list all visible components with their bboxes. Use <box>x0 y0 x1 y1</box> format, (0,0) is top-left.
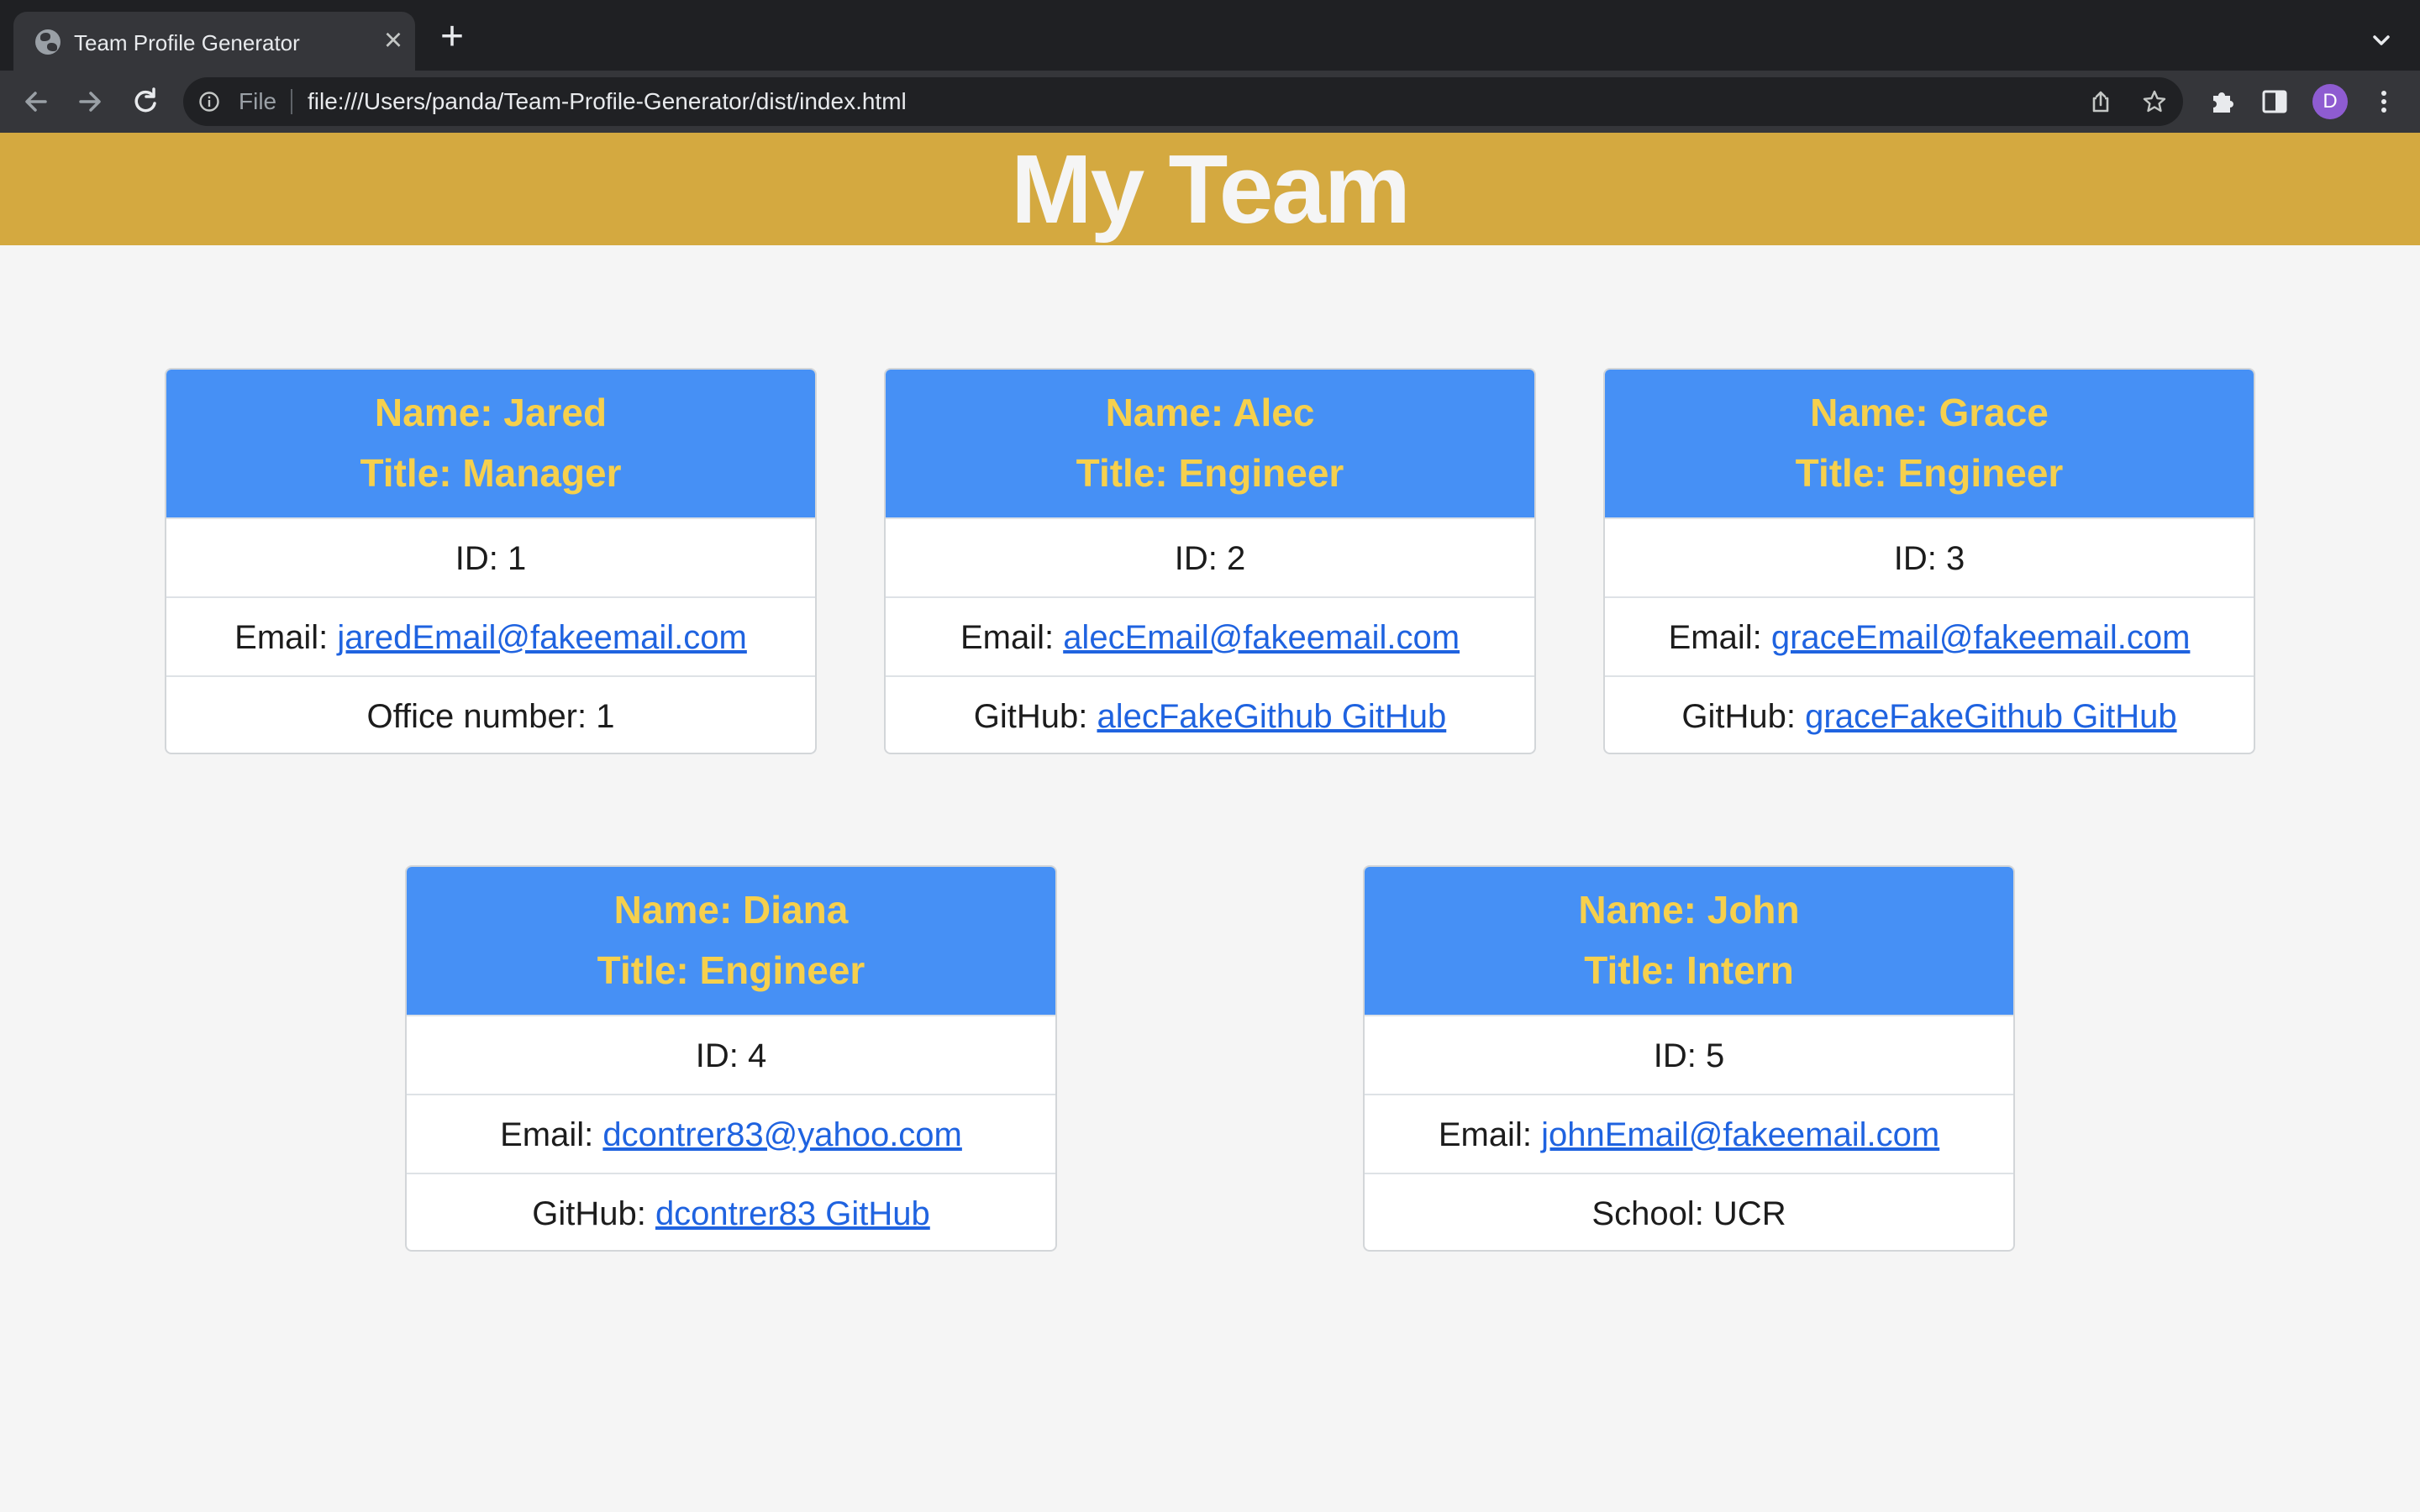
employee-id: ID: 2 <box>1174 540 1246 577</box>
email-row: Email: alecEmail@fakeemail.com <box>886 596 1534 675</box>
tab-title: Team Profile Generator <box>74 30 300 55</box>
card-header: Name: Alec Title: Engineer <box>886 370 1534 517</box>
browser-tab-strip: Team Profile Generator × + <box>0 0 2420 71</box>
employee-name: Name: Diana <box>613 888 849 932</box>
employee-card: Name: Grace Title: Engineer ID: 3 Email:… <box>1603 368 2255 754</box>
side-panel-icon[interactable] <box>2259 86 2291 118</box>
email-link[interactable]: alecEmail@fakeemail.com <box>1063 619 1460 656</box>
employee-id: ID: 3 <box>1893 540 1965 577</box>
email-link[interactable]: graceEmail@fakeemail.com <box>1771 619 2191 656</box>
office-number-row: Office number: 1 <box>166 675 815 753</box>
employee-id: ID: 1 <box>455 540 527 577</box>
github-row: GitHub: alecFakeGithub GitHub <box>886 675 1534 753</box>
card-header: Name: Diana Title: Engineer <box>407 867 1055 1015</box>
header-banner: My Team <box>0 133 2420 245</box>
email-link[interactable]: jaredEmail@fakeemail.com <box>337 619 746 656</box>
email-label: Email: <box>960 619 1064 656</box>
github-label: GitHub: <box>532 1195 655 1232</box>
scheme-label: File <box>239 88 277 114</box>
email-link[interactable]: johnEmail@fakeemail.com <box>1541 1116 1939 1153</box>
back-arrow-icon[interactable] <box>15 81 57 123</box>
browser-toolbar: File file:///Users/panda/Team-Profile-Ge… <box>0 71 2420 133</box>
email-row: Email: dcontrer83@yahoo.com <box>407 1094 1055 1173</box>
close-tab-icon[interactable]: × <box>376 24 410 57</box>
card-header: Name: Jared Title: Manager <box>166 370 815 517</box>
page-content: My Team Name: Jared Title: Manager ID: 1… <box>0 133 2420 1512</box>
employee-title: Title: Engineer <box>1795 451 2064 495</box>
school: School: UCR <box>1591 1195 1786 1232</box>
url-text[interactable]: file:///Users/panda/Team-Profile-Generat… <box>308 88 907 115</box>
employee-card: Name: Alec Title: Engineer ID: 2 Email: … <box>884 368 1536 754</box>
office-number: Office number: 1 <box>366 698 615 735</box>
email-label: Email: <box>1668 619 1771 656</box>
employee-card: Name: Diana Title: Engineer ID: 4 Email:… <box>405 865 1057 1252</box>
card-header: Name: Grace Title: Engineer <box>1605 370 2254 517</box>
profile-avatar[interactable]: D <box>2312 84 2348 119</box>
address-bar[interactable]: File file:///Users/panda/Team-Profile-Ge… <box>183 77 2183 126</box>
github-label: GitHub: <box>1681 698 1806 735</box>
email-label: Email: <box>500 1116 603 1153</box>
id-row: ID: 1 <box>166 517 815 596</box>
employee-card: Name: John Title: Intern ID: 5 Email: jo… <box>1363 865 2015 1252</box>
employee-name: Name: Jared <box>374 391 608 434</box>
github-row: GitHub: dcontrer83 GitHub <box>407 1173 1055 1250</box>
employee-title: Title: Engineer <box>1076 451 1344 495</box>
github-row: GitHub: graceFakeGithub GitHub <box>1605 675 2254 753</box>
email-row: Email: jaredEmail@fakeemail.com <box>166 596 815 675</box>
browser-tab[interactable]: Team Profile Generator × <box>13 12 415 71</box>
globe-icon <box>35 29 60 55</box>
new-tab-button[interactable]: + <box>434 17 471 57</box>
kebab-menu-icon[interactable] <box>2368 86 2400 118</box>
id-row: ID: 2 <box>886 517 1534 596</box>
reload-icon[interactable] <box>124 81 166 123</box>
school-row: School: UCR <box>1365 1173 2013 1250</box>
id-row: ID: 3 <box>1605 517 2254 596</box>
email-label: Email: <box>234 619 338 656</box>
employee-name: Name: John <box>1578 888 1800 932</box>
star-icon[interactable] <box>2141 88 2168 115</box>
card-header: Name: John Title: Intern <box>1365 867 2013 1015</box>
id-row: ID: 5 <box>1365 1015 2013 1094</box>
github-link[interactable]: graceFakeGithub GitHub <box>1805 698 2176 735</box>
employee-name: Name: Grace <box>1810 391 2049 434</box>
employee-title: Title: Intern <box>1584 948 1794 992</box>
omnibox-divider <box>291 89 292 114</box>
employee-card: Name: Jared Title: Manager ID: 1 Email: … <box>165 368 817 754</box>
info-icon[interactable] <box>198 91 220 113</box>
page-title: My Team <box>1011 134 1411 244</box>
chevron-down-icon[interactable] <box>2365 24 2398 57</box>
employee-id: ID: 4 <box>695 1037 767 1074</box>
github-link[interactable]: dcontrer83 GitHub <box>655 1195 930 1232</box>
email-label: Email: <box>1438 1116 1542 1153</box>
id-row: ID: 4 <box>407 1015 1055 1094</box>
employee-title: Title: Manager <box>360 451 622 495</box>
employee-title: Title: Engineer <box>597 948 865 992</box>
forward-arrow-icon[interactable] <box>69 81 111 123</box>
github-link[interactable]: alecFakeGithub GitHub <box>1097 698 1446 735</box>
employee-id: ID: 5 <box>1653 1037 1725 1074</box>
employee-name: Name: Alec <box>1105 391 1315 434</box>
email-row: Email: johnEmail@fakeemail.com <box>1365 1094 2013 1173</box>
email-link[interactable]: dcontrer83@yahoo.com <box>602 1116 962 1153</box>
share-icon[interactable] <box>2087 88 2114 115</box>
email-row: Email: graceEmail@fakeemail.com <box>1605 596 2254 675</box>
github-label: GitHub: <box>973 698 1097 735</box>
puzzle-icon[interactable] <box>2207 86 2238 118</box>
